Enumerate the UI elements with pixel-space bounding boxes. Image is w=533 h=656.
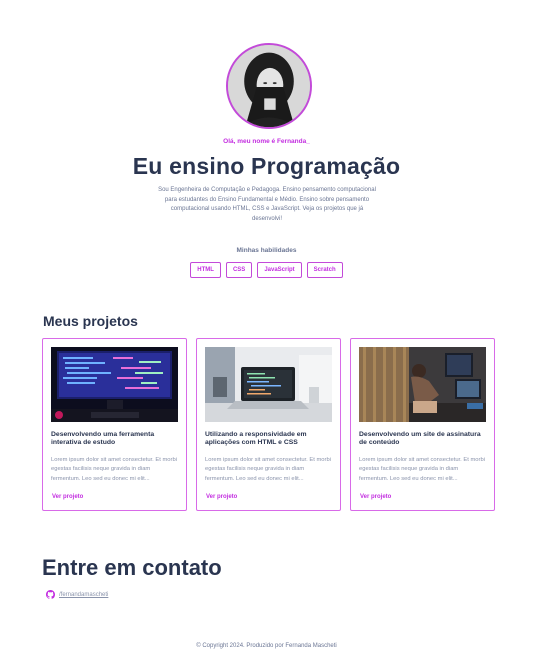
contact-github: /fernandamascheti <box>46 590 108 599</box>
profile-avatar <box>226 43 312 129</box>
greeting: Olá, meu nome é Fernanda_ <box>223 138 310 145</box>
skills-list: HTML CSS JavaScript Scratch <box>0 262 533 278</box>
projects-section-title: Meus projetos <box>43 313 138 329</box>
view-project-link[interactable]: Ver projeto <box>206 494 237 500</box>
page-title: Eu ensino Programação <box>132 153 401 179</box>
project-card: Desenvolvendo uma ferramenta interativa … <box>42 338 187 511</box>
laptop-desk-image <box>205 347 332 422</box>
project-description: Lorem ipsum dolor sit amet consectetur. … <box>359 457 485 482</box>
project-card: Utilizando a responsividade em aplicaçõe… <box>196 338 341 511</box>
project-title: Utilizando a responsividade em aplicaçõe… <box>205 431 307 447</box>
code-monitor-image <box>51 347 178 422</box>
view-project-link[interactable]: Ver projeto <box>360 494 391 500</box>
github-icon <box>46 590 55 599</box>
project-title: Desenvolvendo uma ferramenta interativa … <box>51 431 155 447</box>
skill-badge-css: CSS <box>225 262 253 278</box>
view-project-link[interactable]: Ver projeto <box>52 494 83 500</box>
contact-section-title: Entre em contato <box>42 555 222 580</box>
project-card: Desenvolvendo um site de assinatura de c… <box>350 338 495 511</box>
project-description: Lorem ipsum dolor sit amet consectetur. … <box>51 457 177 482</box>
projects-grid: Desenvolvendo uma ferramenta interativa … <box>42 338 495 511</box>
skill-badge-javascript: JavaScript <box>257 262 302 278</box>
github-link[interactable]: /fernandamascheti <box>59 592 108 598</box>
bio-text: Sou Engenheira de Computação e Pedagoga.… <box>158 187 376 223</box>
profile-photo <box>228 45 310 127</box>
project-description: Lorem ipsum dolor sit amet consectetur. … <box>205 457 331 482</box>
skill-badge-scratch: Scratch <box>306 262 343 278</box>
project-title: Desenvolvendo um site de assinatura de c… <box>359 431 481 447</box>
footer-copyright: © Copyright 2024. Produzido por Fernanda… <box>196 643 337 649</box>
skills-label: Minhas habilidades <box>236 247 297 254</box>
skill-badge-html: HTML <box>190 262 221 278</box>
woman-at-computer-image <box>359 347 486 422</box>
